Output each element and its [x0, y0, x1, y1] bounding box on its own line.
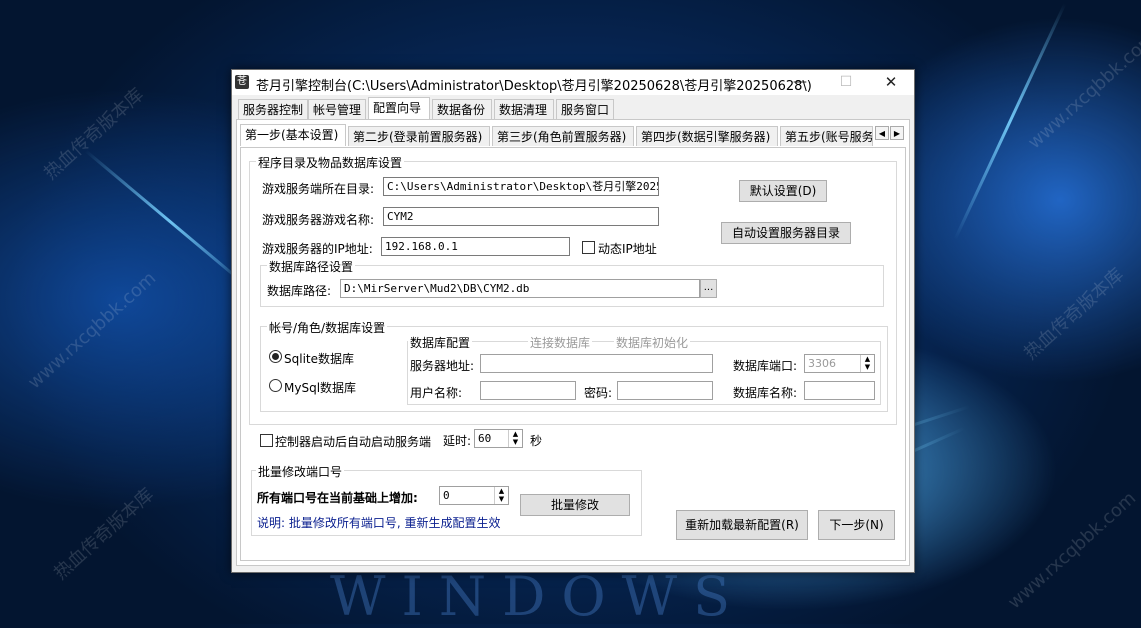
tab-service-window[interactable]: 服务窗口: [556, 99, 614, 119]
username-input[interactable]: [480, 381, 576, 400]
next-step-button[interactable]: 下一步(N): [818, 510, 895, 540]
tab-data-cleanup[interactable]: 数据清理: [494, 99, 554, 119]
account-db-group: 帐号/角色/数据库设置 Sqlite数据库 MySql数据库 数据库配置 连接数…: [260, 319, 888, 412]
server-dir-label: 游戏服务端所在目录:: [262, 182, 375, 196]
main-tabs: 服务器控制 帐号管理 配置向导 数据备份 数据清理 服务窗口: [238, 97, 908, 120]
db-config-group: 数据库配置 连接数据库 数据库初始化 服务器地址: 数据库端口: 3306 ▲ ▼…: [407, 334, 881, 405]
sqlite-label: Sqlite数据库: [284, 352, 354, 366]
step-tabs: 第一步(基本设置) 第二步(登录前置服务器) 第三步(角色前置服务器) 第四步(…: [240, 124, 900, 147]
server-addr-input[interactable]: [480, 354, 713, 373]
server-addr-label: 服务器地址:: [410, 359, 475, 373]
watermark-text: www.rxcqbbk.com: [1004, 487, 1141, 614]
config-wizard-page: 第一步(基本设置) 第二步(登录前置服务器) 第三步(角色前置服务器) 第四步(…: [236, 119, 910, 566]
dynamic-ip-checkbox[interactable]: [582, 241, 595, 254]
server-dir-input[interactable]: C:\Users\Administrator\Desktop\苍月引擎20250…: [383, 177, 659, 196]
step-1-page: 程序目录及物品数据库设置 游戏服务端所在目录: C:\Users\Adminis…: [240, 147, 906, 561]
batch-port-spin-icon[interactable]: ▲ ▼: [494, 487, 508, 504]
tab-config-wizard[interactable]: 配置向导: [368, 97, 430, 119]
mysql-radio[interactable]: [269, 379, 282, 392]
watermark-text: www.rxcqbbk.com: [1024, 27, 1141, 154]
db-name-input[interactable]: [804, 381, 875, 400]
tab-scroll-left-icon[interactable]: ◀: [875, 126, 889, 140]
game-name-label: 游戏服务器游戏名称:: [262, 213, 375, 227]
tab-step-3[interactable]: 第三步(角色前置服务器): [492, 126, 634, 146]
sqlite-radio[interactable]: [269, 350, 282, 363]
seconds-label: 秒: [530, 434, 543, 448]
db-config-title: 数据库配置: [408, 334, 473, 351]
program-group: 程序目录及物品数据库设置 游戏服务端所在目录: C:\Users\Adminis…: [249, 154, 897, 425]
browse-button[interactable]: ...: [700, 279, 717, 298]
account-db-group-title: 帐号/角色/数据库设置: [267, 319, 388, 336]
tab-step-1[interactable]: 第一步(基本设置): [240, 124, 346, 146]
tab-step-4[interactable]: 第四步(数据引擎服务器): [636, 126, 778, 146]
batch-modify-button[interactable]: 批量修改: [520, 494, 630, 516]
tab-step-2[interactable]: 第二步(登录前置服务器): [348, 126, 490, 146]
app-window: 苍 苍月引擎控制台(C:\Users\Administrator\Desktop…: [231, 69, 915, 573]
batch-port-title: 批量修改端口号: [256, 463, 345, 480]
watermark-text: 热血传奇版本库: [50, 484, 158, 585]
delay-label: 延时:: [443, 434, 472, 448]
db-path-label: 数据库路径:: [267, 284, 332, 298]
password-label: 密码:: [584, 386, 613, 400]
init-db-link[interactable]: 数据库初始化: [614, 334, 691, 351]
delay-spin-icon[interactable]: ▲ ▼: [508, 430, 522, 447]
autostart-checkbox[interactable]: [260, 434, 273, 447]
minimize-button[interactable]: —: [777, 70, 823, 95]
tab-server-control[interactable]: 服务器控制: [238, 99, 308, 119]
dynamic-ip-label: 动态IP地址: [598, 242, 657, 256]
watermark-text: www.rxcqbbk.com: [24, 267, 161, 394]
watermark-text: 热血传奇版本库: [40, 84, 148, 185]
username-label: 用户名称:: [410, 386, 463, 400]
ip-label: 游戏服务器的IP地址:: [262, 242, 373, 256]
tab-step-5[interactable]: 第五步(账号服务: [780, 126, 873, 146]
tab-scroll-right-icon[interactable]: ▶: [890, 126, 904, 140]
db-path-input[interactable]: D:\MirServer\Mud2\DB\CYM2.db: [340, 279, 700, 298]
password-input[interactable]: [617, 381, 713, 400]
mysql-label: MySql数据库: [284, 381, 357, 395]
app-icon: 苍: [235, 75, 249, 89]
db-port-label: 数据库端口:: [733, 359, 798, 373]
reload-config-button[interactable]: 重新加载最新配置(R): [676, 510, 808, 540]
tab-account-management[interactable]: 帐号管理: [308, 99, 366, 119]
auto-set-dir-button[interactable]: 自动设置服务器目录: [721, 222, 851, 244]
ip-input[interactable]: 192.168.0.1: [381, 237, 570, 256]
maximize-button[interactable]: ☐: [823, 70, 869, 95]
windows-brand: WINDOWS: [330, 565, 747, 628]
autostart-label: 控制器启动后自动启动服务端: [275, 435, 432, 449]
watermark-text: 热血传奇版本库: [1020, 264, 1128, 365]
batch-port-note: 说明: 批量修改所有端口号, 重新生成配置生效: [257, 516, 501, 530]
db-name-label: 数据库名称:: [733, 386, 798, 400]
db-port-spin-icon[interactable]: ▲ ▼: [860, 355, 874, 372]
db-path-group: 数据库路径设置 数据库路径: D:\MirServer\Mud2\DB\CYM2…: [260, 258, 884, 307]
db-path-group-title: 数据库路径设置: [267, 258, 356, 275]
batch-port-label: 所有端口号在当前基础上增加:: [257, 491, 418, 505]
game-name-input[interactable]: CYM2: [383, 207, 659, 226]
close-button[interactable]: ✕: [868, 70, 914, 95]
batch-port-group: 批量修改端口号 所有端口号在当前基础上增加: 0 ▲ ▼ 批量修改 说明: 批量修…: [251, 463, 642, 536]
default-settings-button[interactable]: 默认设置(D): [739, 180, 827, 202]
window-title: 苍月引擎控制台(C:\Users\Administrator\Desktop\苍…: [256, 79, 812, 94]
tab-data-backup[interactable]: 数据备份: [432, 99, 492, 119]
title-bar[interactable]: 苍 苍月引擎控制台(C:\Users\Administrator\Desktop…: [232, 70, 914, 95]
connect-db-link[interactable]: 连接数据库: [528, 334, 593, 351]
program-group-title: 程序目录及物品数据库设置: [256, 154, 405, 171]
